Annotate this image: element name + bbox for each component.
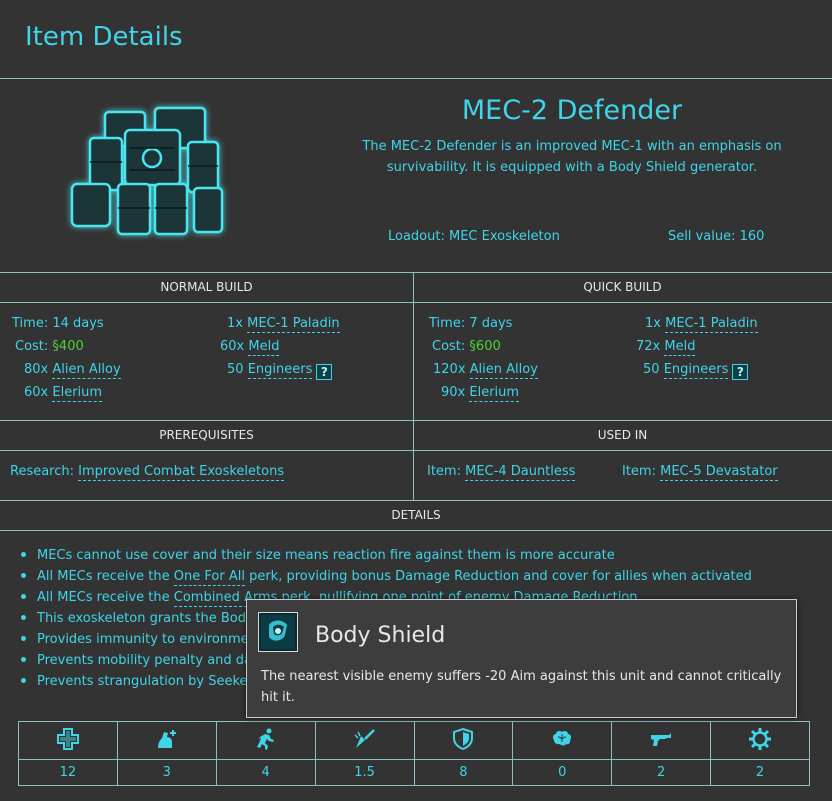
engineers-link[interactable]: Engineers	[663, 362, 729, 379]
help-button[interactable]: ?	[316, 364, 333, 380]
alien-alloy-link[interactable]: Alien Alloy	[469, 362, 538, 379]
page-title: Item Details	[25, 22, 183, 52]
item-name: MEC-2 Defender	[461, 95, 683, 126]
quick-build-engineers: 50 Engineers?	[643, 362, 749, 380]
normal-build-header: NORMAL BUILD	[160, 280, 253, 294]
used-in-item-dauntless: Item: MEC-4 Dauntless	[427, 464, 576, 481]
engineers-link[interactable]: Engineers	[247, 362, 313, 379]
body-shield-icon	[258, 612, 298, 652]
help-button[interactable]: ?	[732, 364, 749, 380]
normal-build-item-paladin: 1x MEC-1 Paladin	[227, 316, 340, 333]
quick-build-time: Time: 7 days	[429, 316, 513, 331]
details-header: DETAILS	[391, 508, 441, 522]
normal-build-cost: Cost: §400	[15, 339, 84, 354]
tooltip-text: The nearest visible enemy suffers -20 Ai…	[261, 669, 782, 705]
used-in-header: USED IN	[597, 428, 648, 442]
improved-combat-exoskeletons-link[interactable]: Improved Combat Exoskeletons	[78, 464, 285, 481]
normal-build-resource-alloy: 80x Alien Alloy	[24, 362, 121, 379]
damage-reduction-icon	[354, 728, 375, 748]
prerequisites-header: PREREQUISITES	[159, 428, 254, 442]
quick-build-resource-alloy: 120x Alien Alloy	[433, 362, 538, 379]
one-for-all-link[interactable]: One For All	[173, 569, 245, 586]
quick-build-item-paladin: 1x MEC-1 Paladin	[645, 316, 758, 333]
stat-value: 2	[710, 759, 810, 786]
stat-tech	[710, 721, 810, 760]
stat-value: 2	[611, 759, 712, 786]
list-item: MECs cannot use cover and their size mea…	[18, 545, 752, 566]
normal-build-time: Time: 14 days	[12, 316, 104, 331]
defense-shield-icon	[453, 727, 474, 750]
meld-link[interactable]: Meld	[664, 339, 696, 356]
mec-4-dauntless-link[interactable]: MEC-4 Dauntless	[465, 464, 576, 481]
health-icon	[56, 727, 79, 750]
mec-5-devastator-link[interactable]: MEC-5 Devastator	[660, 464, 778, 481]
tooltip-title: Body Shield	[315, 623, 446, 648]
alien-alloy-link[interactable]: Alien Alloy	[52, 362, 121, 379]
normal-build-engineers: 50 Engineers?	[227, 362, 333, 380]
normal-build-resource-elerium: 60x Elerium	[24, 385, 103, 402]
list-item: All MECs receive the One For All perk, p…	[18, 566, 752, 587]
stat-value: 1.5	[314, 759, 415, 786]
used-in-item-devastator: Item: MEC-5 Devastator	[622, 464, 778, 481]
normal-build-item-meld: 60x Meld	[220, 339, 280, 356]
stat-value: 3	[116, 759, 217, 786]
mec-2-defender-image	[60, 100, 240, 245]
will-brain-icon	[553, 730, 572, 745]
divider	[0, 530, 832, 531]
stat-mobility	[215, 721, 316, 760]
divider	[0, 450, 832, 451]
strength-icon	[157, 729, 176, 748]
stat-aim	[611, 721, 712, 760]
aim-gun-icon	[651, 732, 672, 746]
sell-value: Sell value: 160	[668, 229, 765, 244]
quick-build-resource-elerium: 90x Elerium	[441, 385, 520, 402]
mec-1-paladin-link[interactable]: MEC-1 Paladin	[247, 316, 340, 333]
stats-table: 12 3 4 1.5 8 0 2 2	[18, 721, 810, 786]
elerium-link[interactable]: Elerium	[52, 385, 103, 402]
column-divider	[413, 272, 414, 500]
stat-strength	[116, 721, 217, 760]
stat-value: 4	[215, 759, 316, 786]
stat-will	[512, 721, 613, 760]
stat-damage-reduction	[314, 721, 415, 760]
quick-build-item-meld: 72x Meld	[636, 339, 696, 356]
body-shield-tooltip: Body Shield The nearest visible enemy su…	[246, 599, 797, 718]
quick-build-cost: Cost: §600	[432, 339, 501, 354]
divider	[0, 78, 832, 79]
quick-build-header: QUICK BUILD	[583, 280, 662, 294]
divider	[0, 302, 832, 303]
loadout: Loadout: MEC Exoskeleton	[388, 229, 560, 244]
prerequisite-research: Research: Improved Combat Exoskeletons	[10, 464, 285, 481]
meld-link[interactable]: Meld	[248, 339, 280, 356]
tech-gear-icon	[749, 727, 772, 750]
stat-value: 12	[18, 759, 118, 786]
mobility-icon	[256, 728, 274, 750]
item-description: The MEC-2 Defender is an improved MEC-1 …	[362, 139, 782, 175]
elerium-link[interactable]: Elerium	[469, 385, 520, 402]
stat-value: 8	[413, 759, 514, 786]
mec-1-paladin-link[interactable]: MEC-1 Paladin	[665, 316, 758, 333]
stat-defense	[413, 721, 514, 760]
stat-health	[18, 721, 118, 760]
stat-value: 0	[512, 759, 613, 786]
